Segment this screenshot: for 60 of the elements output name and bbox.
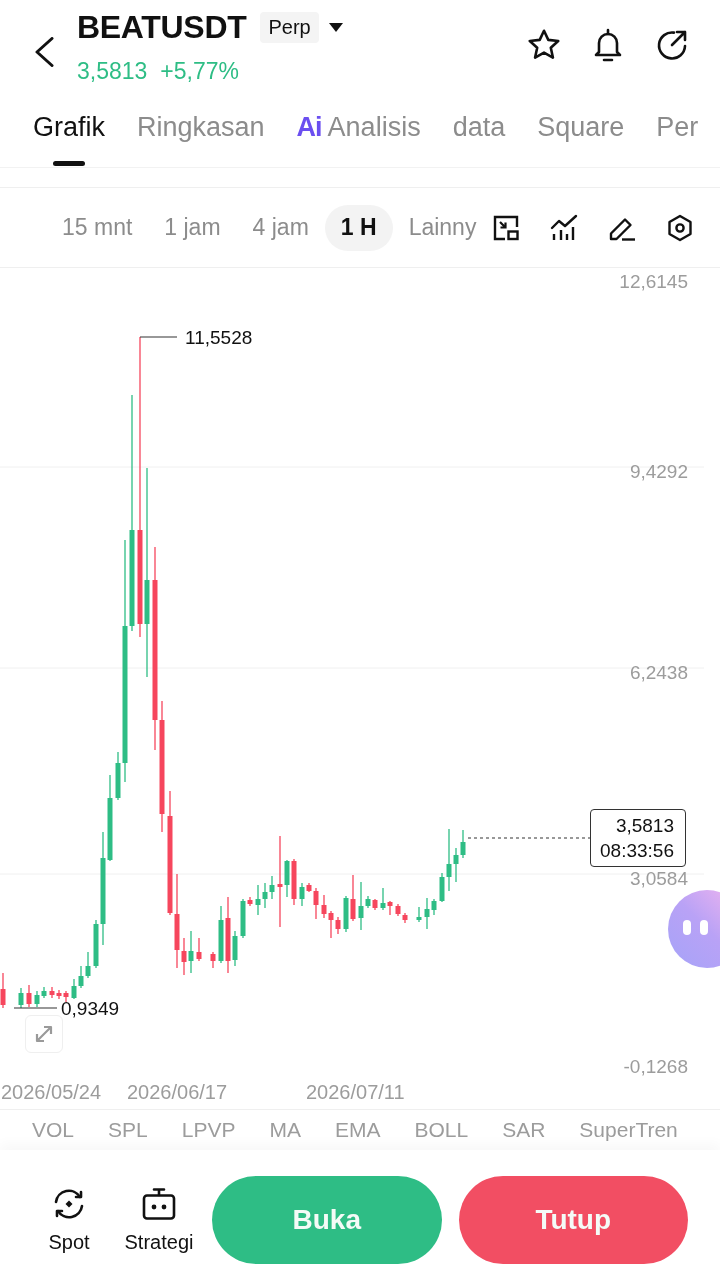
timeframe-tab[interactable]: 4 jam xyxy=(236,204,325,251)
indicator-tab[interactable]: EMA xyxy=(334,1117,381,1143)
settings-icon[interactable] xyxy=(666,213,695,242)
caret-down-icon[interactable] xyxy=(328,22,343,32)
indicator-tab[interactable]: VOL xyxy=(32,1117,75,1143)
open-position-button[interactable]: Buka xyxy=(212,1175,442,1264)
tab[interactable]: data xyxy=(436,100,522,167)
leader-line xyxy=(139,336,178,338)
tab[interactable]: Grafik xyxy=(17,100,121,167)
candle xyxy=(416,906,422,923)
candle xyxy=(210,951,216,969)
shortcut-button[interactable]: Spot xyxy=(34,1186,104,1253)
price-axis-label: 3,0584 xyxy=(629,867,688,889)
timeframe-tab[interactable]: 1 H xyxy=(324,204,393,251)
robot-icon xyxy=(141,1186,177,1221)
candle xyxy=(0,972,6,1009)
countdown-timer: 08:33:56 xyxy=(600,839,674,863)
indicator-tab[interactable]: SAR xyxy=(502,1117,546,1143)
date-axis-label: 2026/05/24 xyxy=(1,1081,102,1103)
expand-button[interactable] xyxy=(25,1015,63,1053)
price-axis-label: 6,2438 xyxy=(629,661,688,683)
low-price-label: 0,9349 xyxy=(61,997,120,1019)
indicator-tab[interactable]: BOLL xyxy=(414,1117,469,1143)
candle xyxy=(196,937,202,962)
timeframe-tab[interactable]: Lainny xyxy=(392,204,493,251)
date-axis-label: 2026/06/17 xyxy=(127,1081,228,1103)
last-price: 3,5813 xyxy=(77,57,148,85)
indicator-tab[interactable]: SPL xyxy=(108,1117,148,1143)
tab[interactable]: Square xyxy=(521,100,641,167)
star-icon[interactable] xyxy=(528,29,560,61)
tab-indicator xyxy=(53,161,85,166)
timeframe-tab[interactable]: 1 jam xyxy=(148,204,237,251)
timeframe-tab[interactable]: 15 mnt xyxy=(46,204,149,251)
pair-symbol: BEATUSDT xyxy=(77,8,247,46)
candle xyxy=(18,987,24,1009)
price-axis-label: 12,6145 xyxy=(619,270,688,292)
tab[interactable]: Per xyxy=(640,100,715,167)
high-price-label: 11,5528 xyxy=(185,326,253,348)
picture-in-picture-icon[interactable] xyxy=(492,213,521,242)
indicator-tab[interactable]: SuperTren xyxy=(579,1117,678,1143)
indicator-tab[interactable]: MA xyxy=(269,1117,301,1143)
indicator-tab[interactable]: LPVP xyxy=(181,1117,236,1143)
candle xyxy=(26,984,32,1008)
leader-line xyxy=(13,1007,58,1009)
current-price: 3,5813 xyxy=(615,814,674,838)
tab[interactable]: Ai Analisis xyxy=(280,100,437,167)
date-axis-label: 2026/07/11 xyxy=(306,1081,405,1103)
share-icon[interactable] xyxy=(656,29,688,61)
shortcut-button[interactable]: Strategi xyxy=(124,1186,194,1253)
swap-circle-icon xyxy=(52,1186,86,1221)
tab[interactable]: Ringkasan xyxy=(121,100,281,167)
price-change: +5,77% xyxy=(160,57,239,85)
price-axis-label: -0,1268 xyxy=(623,1055,688,1077)
price-axis-label: 9,4292 xyxy=(629,460,688,482)
chevron-left-icon xyxy=(34,37,54,67)
expand-icon xyxy=(34,1024,54,1044)
indicator-icon[interactable] xyxy=(550,213,579,242)
contract-type-tag: Perp xyxy=(260,11,319,43)
close-position-button[interactable]: Tutup xyxy=(458,1175,688,1264)
bell-icon[interactable] xyxy=(592,28,624,62)
